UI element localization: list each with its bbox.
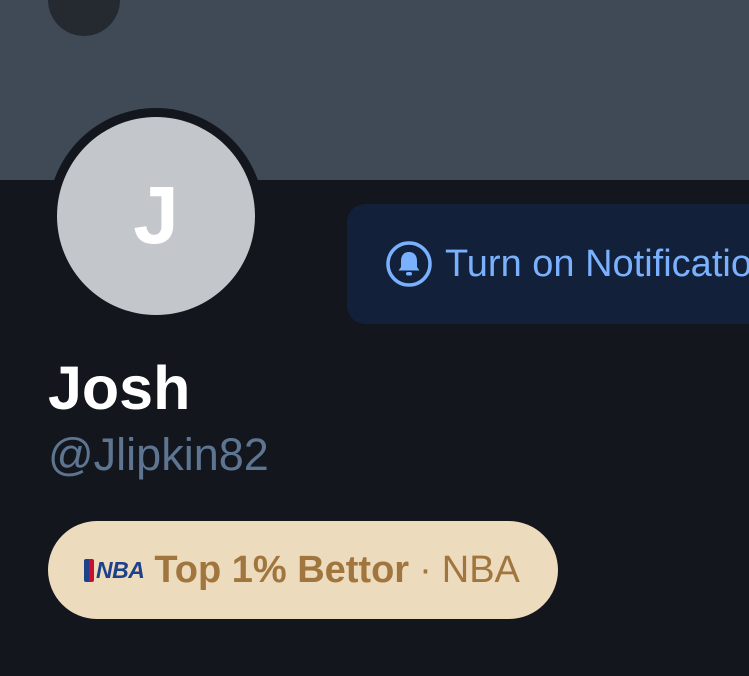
avatar-initial: J	[133, 170, 179, 261]
badge-separator: ·	[419, 548, 432, 591]
profile-name: Josh	[48, 354, 191, 422]
bettor-badge[interactable]: NBA Top 1% Bettor · NBA	[48, 521, 558, 619]
avatar[interactable]: J	[57, 117, 255, 315]
profile-handle: @Jlipkin82	[48, 429, 269, 480]
badge-title: Top 1% Bettor	[154, 548, 410, 591]
profile-page: J Turn on Notifications Josh @Jlipkin82 …	[0, 0, 749, 676]
nba-logoman-icon	[84, 558, 94, 582]
badge-league: NBA	[441, 548, 520, 591]
bell-icon	[386, 241, 432, 287]
nba-logo: NBA	[84, 556, 145, 584]
notifications-button-label: Turn on Notifications	[445, 242, 749, 285]
nba-logo-text: NBA	[96, 556, 145, 583]
notifications-button[interactable]: Turn on Notifications	[347, 204, 749, 324]
